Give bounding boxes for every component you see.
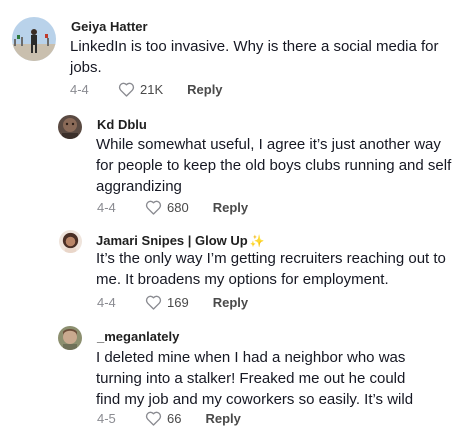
heart-outline-icon — [145, 295, 162, 310]
avatar-photo — [58, 326, 82, 350]
comment-meta: 4-4 680 Reply — [97, 200, 248, 215]
comment-username[interactable]: _meganlately — [97, 329, 179, 344]
comment-date: 4-5 — [97, 411, 116, 426]
comment-feed: Geiya Hatter LinkedIn is too invasive. W… — [0, 0, 474, 437]
comment-meta: 4-4 21K Reply — [70, 82, 223, 97]
comment: Jamari Snipes | Glow Up ✨ It’s the only w… — [0, 220, 474, 320]
like-count: 680 — [167, 200, 189, 215]
comment-meta: 4-5 66 Reply — [97, 411, 241, 426]
comment-username-text: Jamari Snipes | Glow Up — [96, 233, 248, 248]
comment-text: While somewhat useful, I agree it’s just… — [96, 136, 452, 195]
comment-text: LinkedIn is too invasive. Why is there a… — [70, 38, 439, 76]
like-button[interactable]: 680 — [145, 200, 189, 215]
sparkle-icon: ✨ — [249, 234, 265, 248]
comment-username[interactable]: Kd Dblu — [97, 117, 147, 132]
avatar[interactable] — [58, 326, 82, 350]
like-button[interactable]: 66 — [145, 411, 181, 426]
like-button[interactable]: 169 — [145, 295, 189, 310]
comment-meta: 4-4 169 Reply — [97, 295, 248, 310]
comment: Geiya Hatter LinkedIn is too invasive. W… — [0, 0, 474, 110]
comment: Kd Dblu While somewhat useful, I agree i… — [0, 110, 474, 220]
comment-text: I deleted mine when I had a neighbor who… — [96, 349, 414, 408]
like-count: 66 — [167, 411, 182, 426]
comment-date: 4-4 — [97, 200, 116, 215]
comment-username[interactable]: Jamari Snipes | Glow Up ✨ — [96, 233, 265, 248]
like-count: 21K — [140, 82, 164, 97]
heart-outline-icon — [118, 82, 135, 97]
reply-button[interactable]: Reply — [187, 82, 222, 97]
comment-username[interactable]: Geiya Hatter — [71, 19, 148, 34]
reply-button[interactable]: Reply — [213, 295, 248, 310]
avatar[interactable] — [12, 17, 56, 61]
avatar[interactable] — [58, 115, 82, 139]
reply-button[interactable]: Reply — [205, 411, 240, 426]
comment: _meganlately I deleted mine when I had a… — [0, 320, 474, 437]
comment-date: 4-4 — [70, 82, 89, 97]
heart-outline-icon — [145, 411, 162, 426]
comment-text: It’s the only way I’m getting recruiters… — [96, 250, 446, 288]
avatar-photo — [58, 115, 82, 139]
comment-date: 4-4 — [97, 295, 116, 310]
avatar[interactable] — [59, 230, 82, 253]
like-count: 169 — [167, 295, 189, 310]
like-button[interactable]: 21K — [118, 82, 163, 97]
reply-button[interactable]: Reply — [213, 200, 248, 215]
avatar-photo — [59, 230, 82, 253]
avatar-photo — [12, 17, 56, 61]
heart-outline-icon — [145, 200, 162, 215]
